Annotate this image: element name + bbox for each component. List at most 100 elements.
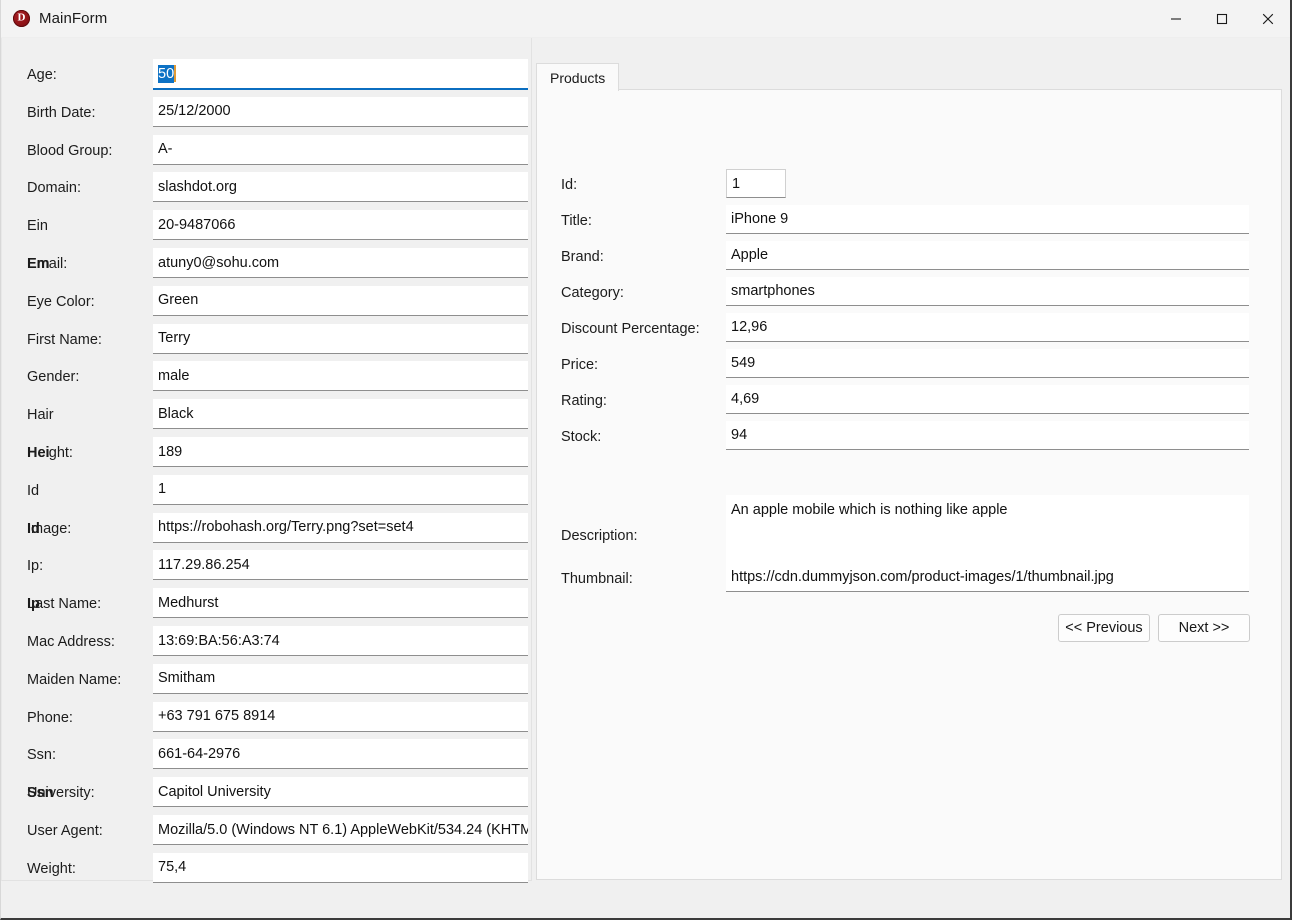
product-field-label: Price: xyxy=(561,357,599,373)
product-thumbnail-input[interactable]: https://cdn.dummyjson.com/product-images… xyxy=(726,563,1249,592)
person-row: Ein 20-9487066 xyxy=(2,210,531,242)
person-field-input[interactable]: 25/12/2000 xyxy=(153,96,528,127)
person-field-label: Weight: xyxy=(27,860,76,877)
product-row: Brand: Apple xyxy=(537,241,1281,273)
person-field-input[interactable]: 75,4 xyxy=(153,852,528,883)
person-row: Eye Color: Green xyxy=(2,285,531,318)
person-row: Age: 50 xyxy=(2,59,531,91)
products-area: Products Id: 1 Title: iPhone 9 Brand: Apple Ca… xyxy=(532,38,1290,918)
product-thumbnail-label: Thumbnail: xyxy=(561,571,633,587)
person-row: University: Ssn Capitol University xyxy=(2,777,531,809)
person-field-input[interactable]: 1 xyxy=(153,474,528,505)
window-controls xyxy=(1153,0,1290,38)
product-row: Rating: 4,69 xyxy=(537,385,1281,417)
person-field-label-ghost: Hei xyxy=(27,445,50,461)
person-field-input[interactable]: 50 xyxy=(153,59,528,90)
person-field-label-ghost: Em xyxy=(27,256,50,272)
person-row: Hair Black xyxy=(2,399,531,431)
product-field-input[interactable]: 4,69 xyxy=(726,385,1249,414)
product-row: Id: 1 xyxy=(537,169,1281,201)
product-field-input[interactable]: 1 xyxy=(726,169,786,198)
person-row: User Agent: Mozilla/5.0 (Windows NT 6.1) … xyxy=(2,815,531,847)
person-field-input[interactable]: 20-9487066 xyxy=(153,210,528,241)
product-field-input[interactable]: 12,96 xyxy=(726,313,1249,342)
person-field-label: Gender: xyxy=(27,369,80,386)
maximize-button[interactable] xyxy=(1199,0,1245,38)
person-field-label: Maiden Name: xyxy=(27,671,122,688)
product-field-label: Id: xyxy=(561,177,578,193)
product-field-input[interactable]: 94 xyxy=(726,421,1249,450)
person-row: Phone: +63 791 675 8914 xyxy=(2,701,531,734)
person-field-input[interactable]: 189 xyxy=(153,437,528,467)
product-description-label: Description: xyxy=(561,528,638,544)
close-icon xyxy=(1262,13,1274,25)
person-row: Height: Hei 189 xyxy=(2,437,531,469)
person-field-input[interactable]: 661-64-2976 xyxy=(153,739,528,770)
person-field-input[interactable]: Green xyxy=(153,285,528,316)
product-field-input[interactable]: iPhone 9 xyxy=(726,205,1249,234)
person-field-input[interactable]: Black xyxy=(153,399,528,430)
person-row: Mac Address: 13:69:BA:56:A3:74 xyxy=(2,626,531,658)
app-icon-d: D xyxy=(13,10,30,27)
person-row: Image: Id https://robohash.org/Terry.png?s… xyxy=(2,512,531,545)
product-row: Price: 549 xyxy=(537,349,1281,381)
close-button[interactable] xyxy=(1245,0,1290,38)
product-next-button[interactable]: Next >> xyxy=(1158,614,1250,642)
person-field-label: Domain: xyxy=(27,180,81,197)
person-field-label: Email: Em xyxy=(27,256,68,272)
person-row: Gender: male xyxy=(2,361,531,393)
person-field-label: Eye Color: xyxy=(27,293,95,310)
person-field-label: First Name: xyxy=(27,331,102,348)
person-row: Email: Em atuny0@sohu.com xyxy=(2,248,531,280)
product-field-label: Title: xyxy=(561,213,592,229)
person-field-label: Mac Address: xyxy=(27,634,115,650)
content-area: Age: 50 Birth Date: 25/12/2000 Blood Group: A… xyxy=(1,38,1290,918)
product-field-label: Rating: xyxy=(561,393,607,409)
person-field-input[interactable]: Smitham xyxy=(153,663,528,694)
product-previous-button[interactable]: << Previous xyxy=(1058,614,1150,642)
minimize-icon xyxy=(1171,18,1181,20)
product-field-label: Brand: xyxy=(561,249,604,265)
person-field-input[interactable]: 117.29.86.254 xyxy=(153,550,528,581)
person-field-label-ghost: Ssn xyxy=(27,785,54,802)
product-field-input[interactable]: 549 xyxy=(726,349,1249,378)
person-field-label: Id xyxy=(27,482,40,499)
person-field-input[interactable]: Mozilla/5.0 (Windows NT 6.1) AppleWebKit… xyxy=(153,815,528,845)
person-field-input[interactable]: 13:69:BA:56:A3:74 xyxy=(153,626,528,656)
person-field-input[interactable]: Capitol University xyxy=(153,777,528,808)
person-field-label: Phone: xyxy=(27,709,73,726)
person-field-input[interactable]: slashdot.org xyxy=(153,172,528,203)
person-field-label: Height: Hei xyxy=(27,445,73,461)
person-field-label: Blood Group: xyxy=(27,142,113,159)
person-field-input[interactable]: +63 791 675 8914 xyxy=(153,701,528,732)
person-row: First Name: Terry xyxy=(2,323,531,356)
person-field-input[interactable]: A- xyxy=(153,134,528,165)
product-field-label: Stock: xyxy=(561,429,602,445)
person-field-input[interactable]: atuny0@sohu.com xyxy=(153,248,528,278)
person-field-input[interactable]: Terry xyxy=(153,323,528,354)
selected-text: 50 xyxy=(158,64,175,83)
tab-strip: Products xyxy=(536,62,620,91)
person-field-input[interactable]: https://robohash.org/Terry.png?set=set4 xyxy=(153,512,528,543)
minimize-button[interactable] xyxy=(1153,0,1199,38)
person-field-label: Last Name: Ip xyxy=(27,596,102,613)
products-tab-page: Id: 1 Title: iPhone 9 Brand: Apple Category: sm… xyxy=(536,89,1282,880)
product-row: Stock: 94 xyxy=(537,421,1281,453)
person-field-label: University: Ssn xyxy=(27,785,95,802)
app-icon-letter: D xyxy=(17,11,26,24)
title-bar: D MainForm xyxy=(1,0,1290,38)
person-field-label: Ssn: xyxy=(27,747,57,764)
person-field-label: User Agent: xyxy=(27,823,103,839)
person-form-panel: Age: 50 Birth Date: 25/12/2000 Blood Group: A… xyxy=(1,38,532,883)
person-row: Domain: slashdot.org xyxy=(2,172,531,204)
product-field-input[interactable]: smartphones xyxy=(726,277,1249,306)
tab-products-label: Products xyxy=(550,69,606,86)
person-field-label: Birth Date: xyxy=(27,104,96,121)
product-field-input[interactable]: Apple xyxy=(726,241,1249,270)
person-row: Last Name: Ip Medhurst xyxy=(2,588,531,620)
person-field-input[interactable]: male xyxy=(153,361,528,392)
person-field-input[interactable]: Medhurst xyxy=(153,588,528,619)
tab-products[interactable]: Products xyxy=(536,63,620,91)
person-field-label: Ein xyxy=(27,218,48,235)
product-field-label: Discount Percentage: xyxy=(561,321,700,337)
